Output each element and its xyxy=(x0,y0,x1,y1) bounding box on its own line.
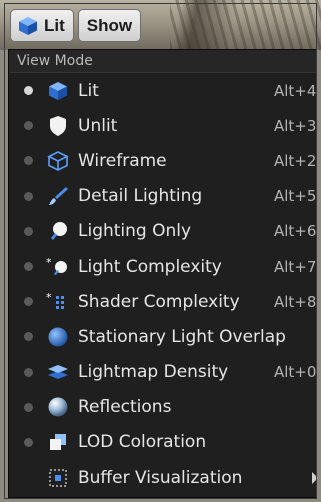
menu-item-label: Stationary Light Overlap xyxy=(78,326,286,347)
menu-item-label: Wireframe xyxy=(78,150,167,171)
sphere-icon xyxy=(46,326,70,348)
menu-item-lit[interactable]: Lit Alt+4 xyxy=(9,73,316,108)
buffer-grid-icon xyxy=(46,467,70,489)
menu-item-shortcut: Alt+2 xyxy=(274,151,317,170)
light-complexity-icon: * xyxy=(46,256,70,278)
menu-item-label: Lighting Only xyxy=(78,221,192,242)
menu-item-label: Lit xyxy=(78,80,99,101)
menu-item-label: Detail Lighting xyxy=(78,186,203,207)
reflection-sphere-icon xyxy=(46,396,70,418)
menu-item-buffer-visualization[interactable]: Buffer Visualization xyxy=(9,460,318,495)
menu-item-label: Buffer Visualization xyxy=(78,467,243,488)
radio-icon xyxy=(24,191,33,201)
menu-item-shortcut: Alt+0 xyxy=(274,363,317,382)
menu-item-shortcut: Alt+6 xyxy=(274,222,317,241)
menu-item-label: LOD Coloration xyxy=(78,432,207,453)
show-button[interactable]: Show xyxy=(77,9,142,42)
view-mode-button[interactable]: Lit xyxy=(10,9,74,42)
radio-icon xyxy=(24,402,33,412)
menu-item-reflections[interactable]: Reflections xyxy=(9,390,316,425)
brush-icon xyxy=(46,185,70,207)
wireframe-cube-icon xyxy=(46,150,70,172)
radio-icon xyxy=(24,121,33,131)
menu-item-detail-lighting[interactable]: Detail Lighting Alt+5 xyxy=(9,179,316,214)
menu-item-shortcut: Alt+7 xyxy=(274,257,317,276)
menu-item-light-complexity[interactable]: * Light Complexity Alt+7 xyxy=(9,249,316,284)
menu-item-shortcut: Alt+8 xyxy=(274,292,317,311)
menu-item-lod-coloration[interactable]: LOD Coloration xyxy=(9,425,316,460)
cube-lit-icon xyxy=(46,80,70,102)
menu-item-label: Lightmap Density xyxy=(78,362,229,383)
menu-item-shader-complexity[interactable]: * Shader Complexity Alt+8 xyxy=(9,284,316,319)
radio-icon xyxy=(24,367,33,377)
svg-text:*: * xyxy=(46,291,52,304)
submenu-arrow-icon xyxy=(312,471,318,484)
menu-item-label: Unlit xyxy=(78,115,118,136)
show-label: Show xyxy=(86,15,133,35)
shader-complexity-icon: * xyxy=(46,291,70,313)
lod-icon xyxy=(46,431,70,453)
radio-icon xyxy=(24,262,33,272)
menu-item-shortcut: Alt+4 xyxy=(274,81,317,100)
menu-item-lightmap-density[interactable]: Lightmap Density Alt+0 xyxy=(9,355,316,390)
radio-icon xyxy=(24,156,33,166)
menu-item-shortcut: Alt+5 xyxy=(274,187,317,206)
menu-item-stationary-light-overlap[interactable]: Stationary Light Overlap xyxy=(9,319,316,354)
menu-item-wireframe[interactable]: Wireframe Alt+2 xyxy=(9,143,316,178)
radio-icon xyxy=(24,226,33,236)
view-mode-label: Lit xyxy=(44,15,65,35)
menu-item-label: Light Complexity xyxy=(78,256,222,277)
menu-item-label: Reflections xyxy=(78,397,172,418)
menu-item-label: Shader Complexity xyxy=(78,291,240,312)
svg-text:*: * xyxy=(46,256,52,269)
radio-icon xyxy=(24,332,33,342)
cube-lit-icon xyxy=(17,15,39,37)
bulb-icon xyxy=(46,220,70,242)
radio-icon xyxy=(24,437,33,447)
view-mode-menu: View Mode Lit Alt+4 Unlit Alt+3 Wirefram… xyxy=(9,50,318,497)
menu-item-unlit[interactable]: Unlit Alt+3 xyxy=(9,108,316,143)
viewport-toolbar: Lit Show xyxy=(10,9,142,42)
menu-item-shortcut: Alt+3 xyxy=(274,116,317,135)
shield-icon xyxy=(46,115,70,137)
layers-icon xyxy=(46,361,70,383)
section-title: View Mode xyxy=(9,50,316,73)
menu-item-lighting-only[interactable]: Lighting Only Alt+6 xyxy=(9,214,316,249)
radio-selected-icon xyxy=(24,86,33,96)
radio-icon xyxy=(24,297,33,307)
